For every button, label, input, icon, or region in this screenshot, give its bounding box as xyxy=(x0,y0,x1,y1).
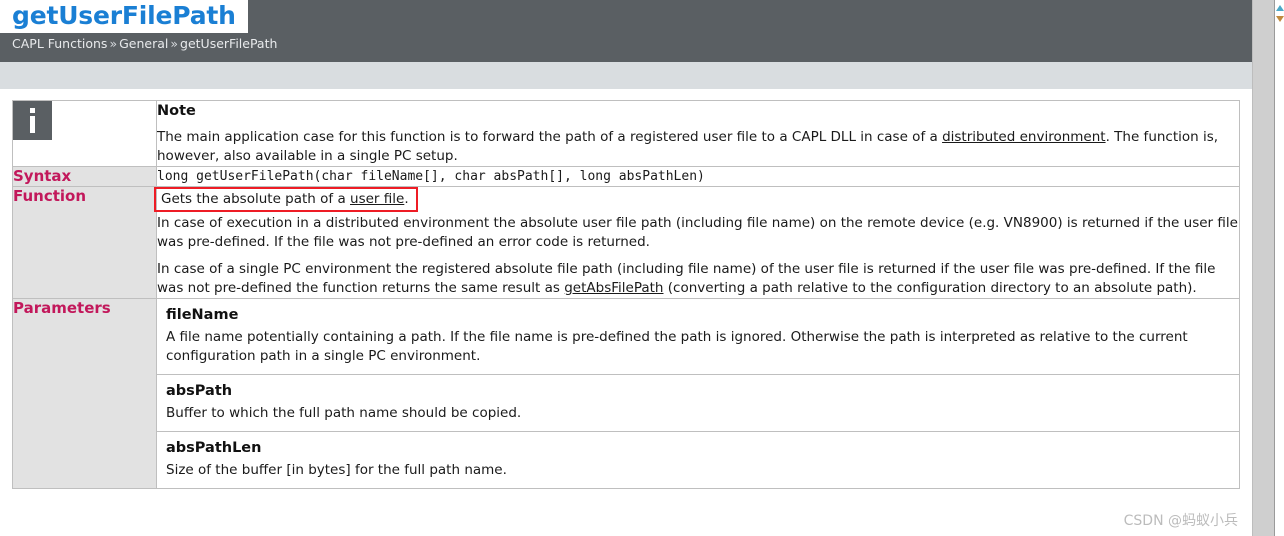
page-title-box: getUserFilePath xyxy=(0,0,248,33)
user-file-link[interactable]: user file xyxy=(350,191,404,207)
parameter-description-abspathlen: Size of the buffer [in bytes] for the fu… xyxy=(166,462,507,478)
red-annotation-box: Gets the absolute path of a user file. xyxy=(154,187,418,212)
function-content-cell: Gets the absolute path of a user file. I… xyxy=(154,186,1240,299)
breadcrumb: CAPL Functions» General» getUserFilePath xyxy=(12,36,277,52)
function-summary-part2: . xyxy=(404,191,409,207)
vertical-scrollbar[interactable] xyxy=(1252,0,1275,536)
function-doc-table: Note The main application case for this … xyxy=(12,100,1240,489)
note-paragraph: The main application case for this funct… xyxy=(157,128,1239,166)
table-row-syntax: Syntax long getUserFilePath(char fileNam… xyxy=(12,166,1240,187)
header-subbar xyxy=(0,62,1253,89)
note-icon-cell xyxy=(12,100,157,167)
table-row-parameters: Parameters fileName A file name potentia… xyxy=(12,298,1240,489)
breadcrumb-item-capl-functions[interactable]: CAPL Functions xyxy=(12,36,107,51)
distributed-environment-link[interactable]: distributed environment xyxy=(942,129,1106,145)
note-heading: Note xyxy=(157,103,196,119)
function-paragraph-2: In case of execution in a distributed en… xyxy=(157,215,1238,250)
function-paragraph-3: In case of a single PC environment the r… xyxy=(157,260,1239,298)
list-item: absPath Buffer to which the full path na… xyxy=(157,375,1239,432)
parameter-description-filename: A file name potentially containing a pat… xyxy=(166,329,1188,364)
page-header: getUserFilePath CAPL Functions» General» g… xyxy=(0,0,1253,62)
function-summary-part1: Gets the absolute path of a xyxy=(161,191,351,207)
content-top-gap xyxy=(0,89,1253,100)
function-highlighted-summary: Gets the absolute path of a user file. xyxy=(154,187,1239,214)
parameters-label: Parameters xyxy=(12,298,157,489)
list-item: absPathLen Size of the buffer [in bytes]… xyxy=(157,432,1239,488)
breadcrumb-separator-2: » xyxy=(170,36,179,51)
note-text-part1: The main application case for this funct… xyxy=(157,129,943,145)
function-label: Function xyxy=(12,186,157,299)
info-icon xyxy=(13,101,52,140)
table-row-function: Function Gets the absolute path of a use… xyxy=(12,186,1240,299)
parameter-name-filename: fileName xyxy=(166,307,239,323)
breadcrumb-separator-1: » xyxy=(109,36,118,51)
window-right-edge xyxy=(1274,0,1284,536)
page-viewport: getUserFilePath CAPL Functions» General» g… xyxy=(0,0,1253,536)
parameters-content-cell: fileName A file name potentially contain… xyxy=(156,298,1240,489)
breadcrumb-item-current: getUserFilePath xyxy=(180,36,278,51)
function-paragraph-3-part2: (converting a path relative to the confi… xyxy=(663,280,1197,296)
table-row-note: Note The main application case for this … xyxy=(12,100,1240,167)
parameter-description-abspath: Buffer to which the full path name shoul… xyxy=(166,405,522,421)
syntax-label: Syntax xyxy=(12,166,157,187)
get-abs-file-path-link[interactable]: getAbsFilePath xyxy=(564,280,663,296)
csdn-watermark: CSDN @蚂蚁小兵 xyxy=(1123,513,1238,529)
note-content-cell: Note The main application case for this … xyxy=(156,100,1240,167)
scroll-up-arrow-icon[interactable] xyxy=(1275,2,1284,24)
syntax-code: long getUserFilePath(char fileName[], ch… xyxy=(157,169,705,184)
page-title: getUserFilePath xyxy=(12,1,236,30)
parameter-name-abspath: absPath xyxy=(166,383,233,399)
list-item: fileName A file name potentially contain… xyxy=(157,299,1239,375)
breadcrumb-item-general[interactable]: General xyxy=(119,36,168,51)
syntax-content-cell: long getUserFilePath(char fileName[], ch… xyxy=(156,166,1240,187)
parameter-name-abspathlen: absPathLen xyxy=(166,440,262,456)
